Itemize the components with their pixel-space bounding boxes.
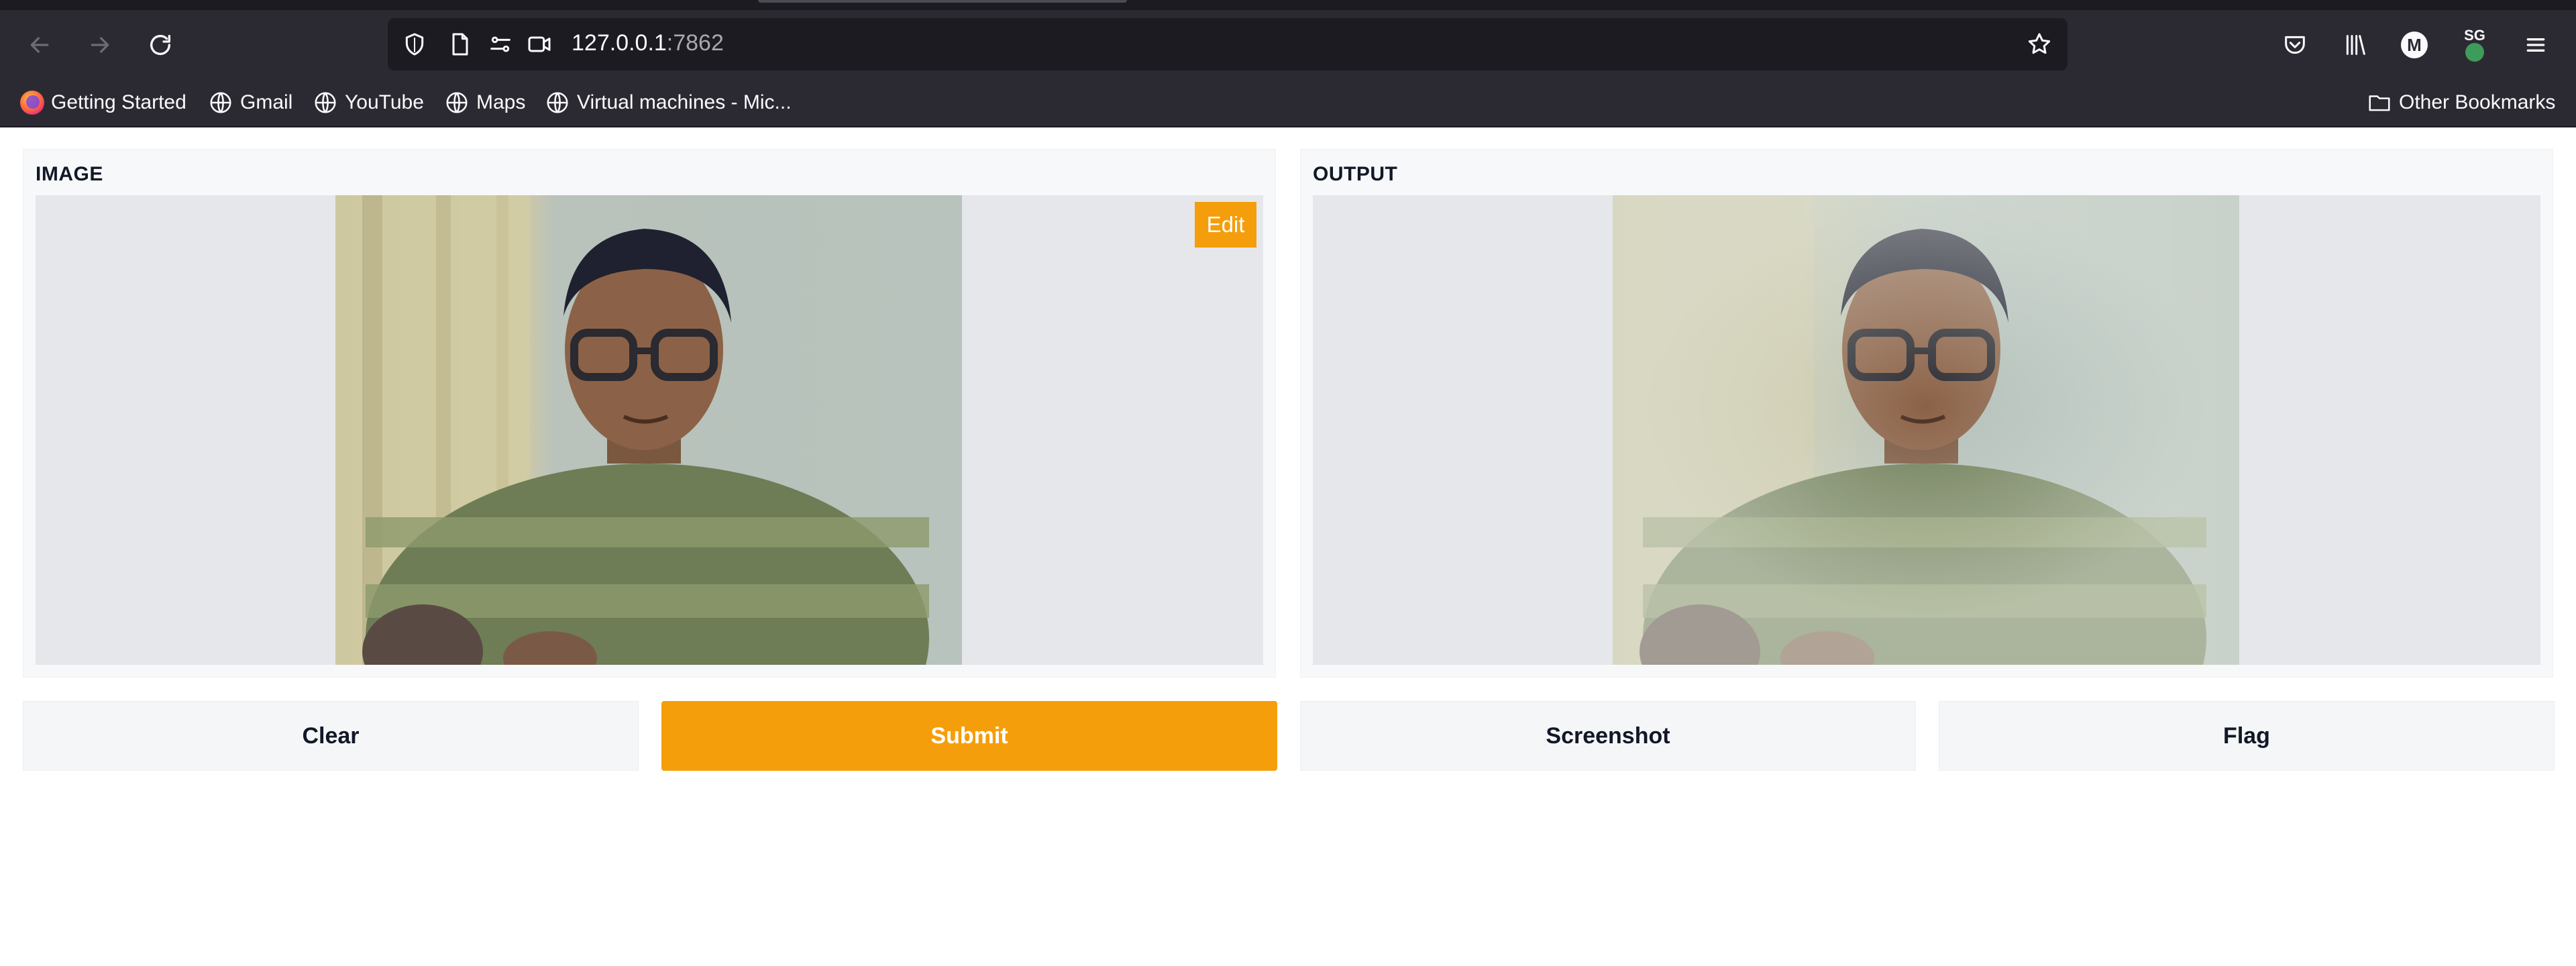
extension-badge-circle — [2465, 43, 2484, 62]
navigation-toolbar: 127.0.0.1:7862 M SG — [0, 10, 2576, 79]
output-image-area — [1313, 195, 2540, 665]
bookmark-label: YouTube — [345, 91, 424, 113]
tab-strip — [0, 0, 2576, 10]
library-icon[interactable] — [2337, 27, 2373, 63]
url-bar[interactable]: 127.0.0.1:7862 — [388, 18, 2068, 70]
permissions-icon[interactable] — [486, 30, 515, 59]
active-tab-indicator — [758, 0, 1127, 3]
camera-icon[interactable] — [525, 30, 554, 59]
bookmarks-toolbar: Getting Started Gmail YouTube Maps Virtu… — [0, 79, 2576, 127]
globe-icon — [210, 92, 231, 113]
page-icon[interactable] — [445, 30, 475, 59]
bookmark-maps[interactable]: Maps — [444, 87, 525, 118]
bookmark-label: Getting Started — [51, 91, 186, 113]
input-image-label: IMAGE — [36, 163, 103, 185]
input-image-panel: IMAGE Edit — [23, 149, 1276, 678]
input-image-area[interactable]: Edit — [36, 195, 1263, 665]
account-avatar[interactable]: M — [2396, 27, 2432, 63]
menu-icon[interactable] — [2518, 27, 2554, 63]
extension-badge-text: SG — [2464, 27, 2485, 44]
reload-icon[interactable] — [142, 27, 178, 63]
shield-icon[interactable] — [400, 30, 429, 59]
output-photo — [1613, 195, 2239, 665]
extension-icon: SG — [2459, 27, 2491, 63]
flag-button[interactable]: Flag — [1939, 701, 2555, 771]
globe-icon — [315, 92, 336, 113]
screenshot-button[interactable]: Screenshot — [1300, 701, 1916, 771]
url-host: 127.0.0.1 — [572, 30, 667, 56]
firefox-icon — [20, 91, 44, 115]
bookmark-gmail[interactable]: Gmail — [208, 87, 292, 118]
url-text[interactable]: 127.0.0.1:7862 — [572, 30, 724, 56]
url-port: :7862 — [666, 30, 724, 56]
globe-icon — [446, 92, 468, 113]
forward-icon[interactable] — [82, 27, 118, 63]
bookmark-label: Virtual machines - Mic... — [577, 91, 792, 113]
edit-button[interactable]: Edit — [1195, 202, 1256, 248]
globe-icon — [547, 92, 568, 113]
output-image-label: OUTPUT — [1313, 163, 1398, 185]
extension-button[interactable]: SG — [2457, 27, 2493, 63]
bookmark-getting-started[interactable]: Getting Started — [20, 87, 186, 118]
bookmark-label: Maps — [476, 91, 526, 113]
account-initial: M — [2401, 32, 2428, 58]
output-image-panel: OUTPUT — [1300, 149, 2553, 678]
star-icon[interactable] — [2025, 30, 2054, 59]
other-bookmarks[interactable]: Other Bookmarks — [2367, 87, 2555, 118]
back-icon[interactable] — [21, 27, 58, 63]
bookmark-youtube[interactable]: YouTube — [313, 87, 424, 118]
other-bookmarks-label: Other Bookmarks — [2399, 91, 2556, 113]
folder-icon — [2369, 95, 2390, 111]
bookmark-label: Gmail — [240, 91, 293, 113]
pocket-icon[interactable] — [2277, 27, 2313, 63]
clear-button[interactable]: Clear — [23, 701, 639, 771]
bookmark-virtual-machines[interactable]: Virtual machines - Mic... — [545, 87, 792, 118]
input-photo — [335, 195, 962, 665]
submit-button[interactable]: Submit — [661, 701, 1277, 771]
